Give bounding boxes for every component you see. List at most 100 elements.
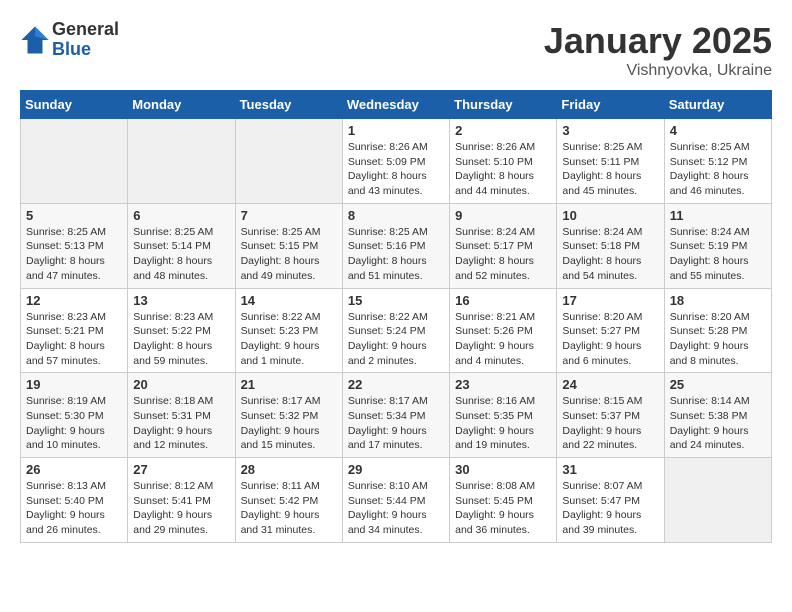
month-title: January 2025 xyxy=(544,20,772,62)
calendar-cell: 14 Sunrise: 8:22 AM Sunset: 5:23 PM Dayli… xyxy=(235,288,342,373)
day-number: 18 xyxy=(670,293,766,308)
day-number: 13 xyxy=(133,293,229,308)
calendar-cell: 26Sunrise: 8:13 AM Sunset: 5:40 PM Dayli… xyxy=(21,458,128,543)
day-number: 23 xyxy=(455,377,551,392)
calendar-table: SundayMondayTuesdayWednesdayThursdayFrid… xyxy=(20,90,772,543)
calendar-cell: 5Sunrise: 8:25 AM Sunset: 5:13 PM Daylig… xyxy=(21,203,128,288)
calendar-cell: 17Sunrise: 8:20 AM Sunset: 5:27 PM Dayli… xyxy=(557,288,664,373)
day-info: Sunrise: 8:23 AM Sunset: 5:22 PM Dayligh… xyxy=(133,310,229,369)
day-number: 31 xyxy=(562,462,658,477)
calendar-cell: 8 Sunrise: 8:25 AM Sunset: 5:16 PM Daylig… xyxy=(342,203,449,288)
calendar-cell: 30 Sunrise: 8:08 AM Sunset: 5:45 PM Dayli… xyxy=(450,458,557,543)
calendar-week-row: 19 Sunrise: 8:19 AM Sunset: 5:30 PM Dayli… xyxy=(21,373,772,458)
calendar-week-row: 12 Sunrise: 8:23 AM Sunset: 5:21 PM Dayli… xyxy=(21,288,772,373)
day-info: Sunrise: 8:24 AM Sunset: 5:18 PM Dayligh… xyxy=(562,225,658,284)
day-number: 22 xyxy=(348,377,444,392)
weekday-header: Sunday xyxy=(21,91,128,119)
day-info: Sunrise: 8:22 AM Sunset: 5:23 PM Dayligh… xyxy=(241,310,337,369)
day-info: Sunrise: 8:23 AM Sunset: 5:21 PM Dayligh… xyxy=(26,310,122,369)
logo: General Blue xyxy=(20,20,119,60)
calendar-cell: 16Sunrise: 8:21 AM Sunset: 5:26 PM Dayli… xyxy=(450,288,557,373)
day-info: Sunrise: 8:25 AM Sunset: 5:14 PM Dayligh… xyxy=(133,225,229,284)
day-number: 10 xyxy=(562,208,658,223)
calendar-cell: 2 Sunrise: 8:26 AM Sunset: 5:10 PM Daylig… xyxy=(450,119,557,204)
day-info: Sunrise: 8:25 AM Sunset: 5:15 PM Dayligh… xyxy=(241,225,337,284)
day-info: Sunrise: 8:26 AM Sunset: 5:10 PM Dayligh… xyxy=(455,140,551,199)
day-info: Sunrise: 8:21 AM Sunset: 5:26 PM Dayligh… xyxy=(455,310,551,369)
calendar-cell: 1 Sunrise: 8:26 AM Sunset: 5:09 PM Daylig… xyxy=(342,119,449,204)
logo-blue-text: Blue xyxy=(52,40,119,60)
calendar-cell: 24Sunrise: 8:15 AM Sunset: 5:37 PM Dayli… xyxy=(557,373,664,458)
day-number: 21 xyxy=(241,377,337,392)
calendar-cell: 10 Sunrise: 8:24 AM Sunset: 5:18 PM Dayli… xyxy=(557,203,664,288)
day-number: 12 xyxy=(26,293,122,308)
day-info: Sunrise: 8:25 AM Sunset: 5:16 PM Dayligh… xyxy=(348,225,444,284)
day-number: 5 xyxy=(26,208,122,223)
day-info: Sunrise: 8:26 AM Sunset: 5:09 PM Dayligh… xyxy=(348,140,444,199)
day-number: 8 xyxy=(348,208,444,223)
calendar-cell xyxy=(128,119,235,204)
day-number: 7 xyxy=(241,208,337,223)
day-info: Sunrise: 8:17 AM Sunset: 5:32 PM Dayligh… xyxy=(241,394,337,453)
day-info: Sunrise: 8:12 AM Sunset: 5:41 PM Dayligh… xyxy=(133,479,229,538)
day-number: 14 xyxy=(241,293,337,308)
day-info: Sunrise: 8:17 AM Sunset: 5:34 PM Dayligh… xyxy=(348,394,444,453)
day-number: 27 xyxy=(133,462,229,477)
day-number: 6 xyxy=(133,208,229,223)
weekday-header: Monday xyxy=(128,91,235,119)
day-info: Sunrise: 8:16 AM Sunset: 5:35 PM Dayligh… xyxy=(455,394,551,453)
day-number: 2 xyxy=(455,123,551,138)
calendar-week-row: 1 Sunrise: 8:26 AM Sunset: 5:09 PM Daylig… xyxy=(21,119,772,204)
day-number: 15 xyxy=(348,293,444,308)
calendar-week-row: 26Sunrise: 8:13 AM Sunset: 5:40 PM Dayli… xyxy=(21,458,772,543)
calendar-cell: 15 Sunrise: 8:22 AM Sunset: 5:24 PM Dayli… xyxy=(342,288,449,373)
day-number: 19 xyxy=(26,377,122,392)
calendar-cell: 29 Sunrise: 8:10 AM Sunset: 5:44 PM Dayli… xyxy=(342,458,449,543)
weekday-header: Friday xyxy=(557,91,664,119)
day-info: Sunrise: 8:20 AM Sunset: 5:28 PM Dayligh… xyxy=(670,310,766,369)
day-number: 30 xyxy=(455,462,551,477)
weekday-header: Wednesday xyxy=(342,91,449,119)
calendar-cell: 22 Sunrise: 8:17 AM Sunset: 5:34 PM Dayli… xyxy=(342,373,449,458)
day-info: Sunrise: 8:25 AM Sunset: 5:12 PM Dayligh… xyxy=(670,140,766,199)
day-info: Sunrise: 8:24 AM Sunset: 5:19 PM Dayligh… xyxy=(670,225,766,284)
day-number: 26 xyxy=(26,462,122,477)
day-info: Sunrise: 8:14 AM Sunset: 5:38 PM Dayligh… xyxy=(670,394,766,453)
day-number: 9 xyxy=(455,208,551,223)
calendar-cell: 21 Sunrise: 8:17 AM Sunset: 5:32 PM Dayli… xyxy=(235,373,342,458)
day-number: 11 xyxy=(670,208,766,223)
day-info: Sunrise: 8:22 AM Sunset: 5:24 PM Dayligh… xyxy=(348,310,444,369)
day-number: 3 xyxy=(562,123,658,138)
day-info: Sunrise: 8:24 AM Sunset: 5:17 PM Dayligh… xyxy=(455,225,551,284)
weekday-header-row: SundayMondayTuesdayWednesdayThursdayFrid… xyxy=(21,91,772,119)
day-number: 29 xyxy=(348,462,444,477)
title-block: January 2025 Vishnyovka, Ukraine xyxy=(544,20,772,80)
calendar-cell xyxy=(21,119,128,204)
logo-icon xyxy=(20,25,50,55)
day-info: Sunrise: 8:11 AM Sunset: 5:42 PM Dayligh… xyxy=(241,479,337,538)
logo-general-text: General xyxy=(52,20,119,40)
calendar-week-row: 5Sunrise: 8:25 AM Sunset: 5:13 PM Daylig… xyxy=(21,203,772,288)
day-info: Sunrise: 8:08 AM Sunset: 5:45 PM Dayligh… xyxy=(455,479,551,538)
calendar-cell: 28 Sunrise: 8:11 AM Sunset: 5:42 PM Dayli… xyxy=(235,458,342,543)
day-number: 28 xyxy=(241,462,337,477)
calendar-cell: 18 Sunrise: 8:20 AM Sunset: 5:28 PM Dayli… xyxy=(664,288,771,373)
day-info: Sunrise: 8:18 AM Sunset: 5:31 PM Dayligh… xyxy=(133,394,229,453)
location-title: Vishnyovka, Ukraine xyxy=(544,62,772,80)
calendar-cell: 4Sunrise: 8:25 AM Sunset: 5:12 PM Daylig… xyxy=(664,119,771,204)
weekday-header: Thursday xyxy=(450,91,557,119)
calendar-cell: 7 Sunrise: 8:25 AM Sunset: 5:15 PM Daylig… xyxy=(235,203,342,288)
weekday-header: Tuesday xyxy=(235,91,342,119)
day-info: Sunrise: 8:10 AM Sunset: 5:44 PM Dayligh… xyxy=(348,479,444,538)
day-number: 25 xyxy=(670,377,766,392)
calendar-cell: 27 Sunrise: 8:12 AM Sunset: 5:41 PM Dayli… xyxy=(128,458,235,543)
day-info: Sunrise: 8:07 AM Sunset: 5:47 PM Dayligh… xyxy=(562,479,658,538)
day-info: Sunrise: 8:19 AM Sunset: 5:30 PM Dayligh… xyxy=(26,394,122,453)
day-number: 1 xyxy=(348,123,444,138)
calendar-cell: 13 Sunrise: 8:23 AM Sunset: 5:22 PM Dayli… xyxy=(128,288,235,373)
day-number: 24 xyxy=(562,377,658,392)
calendar-cell xyxy=(235,119,342,204)
day-number: 20 xyxy=(133,377,229,392)
day-info: Sunrise: 8:20 AM Sunset: 5:27 PM Dayligh… xyxy=(562,310,658,369)
calendar-cell: 19 Sunrise: 8:19 AM Sunset: 5:30 PM Dayli… xyxy=(21,373,128,458)
